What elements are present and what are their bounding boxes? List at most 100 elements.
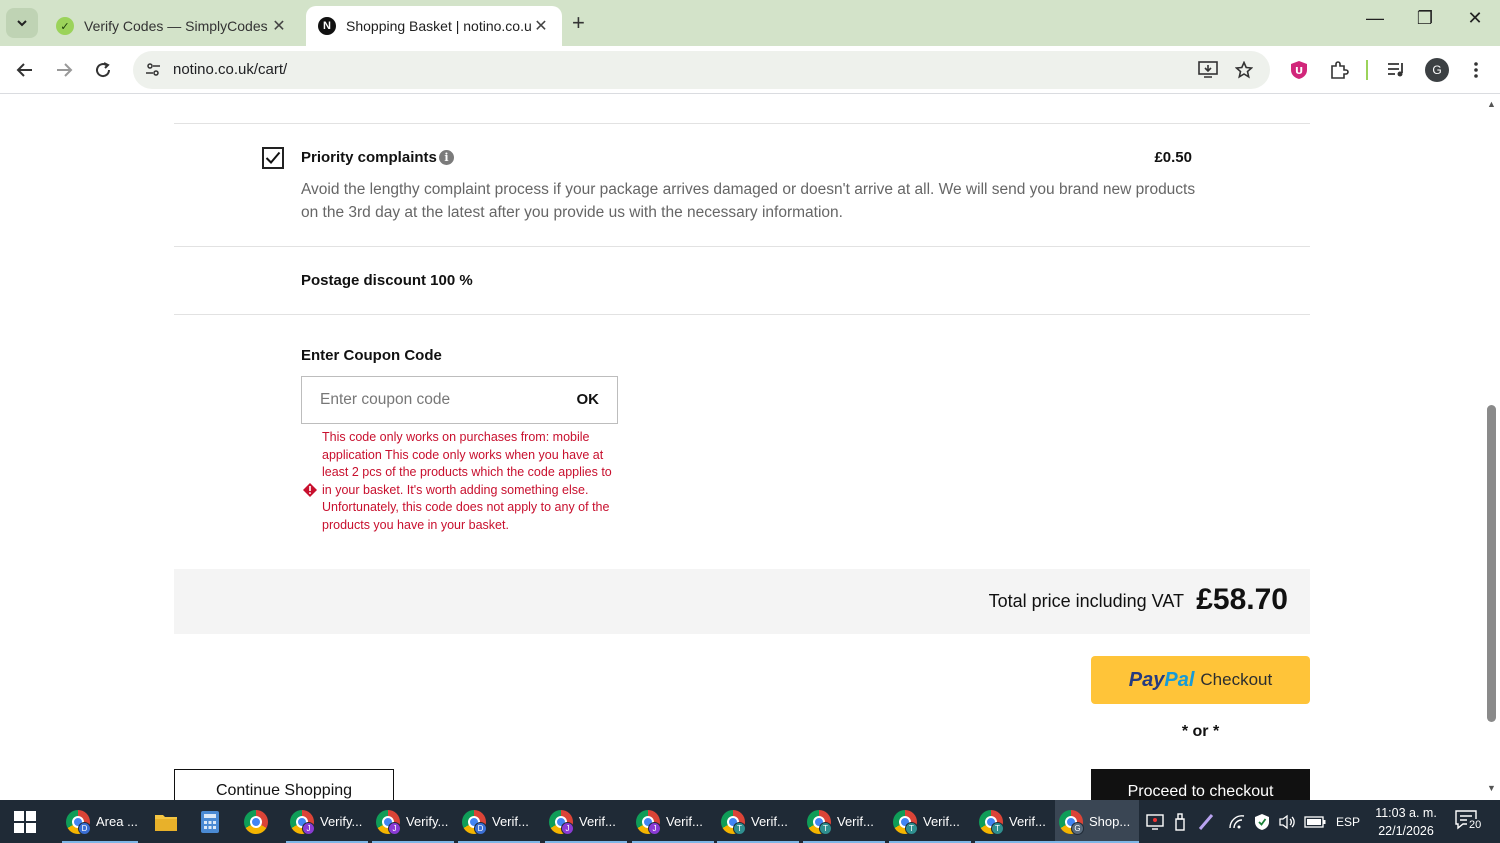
profile-badge: J [648, 821, 661, 835]
coupon-label: Enter Coupon Code [301, 347, 442, 364]
taskbar-app-1[interactable] [150, 800, 182, 843]
divider [174, 314, 1310, 315]
tab-strip: ✓ Verify Codes — SimplyCodes ✕ N Shoppin… [0, 0, 1500, 46]
chrome-profile-icon: T [807, 809, 832, 835]
bookmark-star-icon[interactable] [1233, 59, 1255, 81]
reload-button[interactable] [89, 56, 117, 84]
windows-start-icon[interactable] [14, 811, 36, 833]
pen-icon[interactable] [1198, 813, 1216, 831]
taskbar-app-label: Shop... [1089, 814, 1131, 829]
scroll-down-arrow-icon[interactable]: ▼ [1487, 783, 1496, 793]
clock-date: 22/1/2026 [1378, 824, 1434, 838]
chrome-icon [244, 809, 268, 834]
usb-icon[interactable] [1174, 812, 1186, 831]
security-shield-icon[interactable] [1254, 813, 1270, 831]
cart-page: Priority complaints i £0.50 Avoid the le… [0, 95, 1484, 800]
tab-title: Verify Codes — SimplyCodes [84, 18, 268, 34]
taskbar-app-12[interactable]: T Verif... [975, 800, 1057, 843]
info-icon[interactable]: i [439, 150, 454, 165]
chrome-profile-icon: T [721, 809, 746, 835]
taskbar-app-5[interactable]: J Verify... [372, 800, 454, 843]
windows-taskbar: D Area ... J Verify... J Verify... D Verif... J V… [0, 800, 1500, 843]
total-bar: Total price including VAT £58.70 [174, 569, 1310, 634]
tab-shopping-basket[interactable]: N Shopping Basket | notino.co.uk ✕ [306, 6, 562, 46]
tab-close-icon[interactable]: ✕ [270, 16, 288, 36]
tab-close-icon[interactable]: ✕ [532, 16, 550, 36]
svg-text:U: U [1295, 66, 1303, 77]
restore-button[interactable]: ❐ [1410, 8, 1440, 29]
chrome-profile-icon: D [66, 809, 91, 835]
total-label: Total price including VAT [988, 591, 1184, 611]
tab-search-button[interactable] [6, 8, 38, 38]
taskbar-app-label: Verif... [923, 814, 960, 829]
or-separator: * or * [1181, 723, 1220, 740]
url-text[interactable]: notino.co.uk/cart/ [173, 61, 287, 78]
taskbar-app-label: Verif... [492, 814, 529, 829]
postage-discount: Postage discount 100 % [301, 272, 473, 289]
scroll-thumb[interactable] [1487, 405, 1496, 722]
taskbar-app-7[interactable]: J Verif... [545, 800, 627, 843]
notifications-button[interactable]: 20 [1455, 810, 1485, 834]
forward-button[interactable] [50, 56, 78, 84]
file-explorer-icon [155, 814, 177, 831]
chrome-profile-icon: D [462, 809, 487, 835]
taskbar-app-3[interactable] [240, 800, 274, 843]
proceed-to-checkout-button[interactable]: Proceed to checkout [1091, 769, 1310, 800]
priority-complaints-checkbox[interactable] [262, 147, 284, 169]
taskbar-app-11[interactable]: T Verif... [889, 800, 971, 843]
volume-icon[interactable] [1278, 814, 1296, 830]
taskbar-app-4[interactable]: J Verify... [286, 800, 368, 843]
profile-badge: T [905, 821, 918, 835]
close-window-button[interactable]: ✕ [1460, 8, 1490, 29]
scroll-up-arrow-icon[interactable]: ▲ [1487, 99, 1496, 109]
remote-desktop-icon[interactable] [1146, 813, 1164, 830]
taskbar-app-label: Verif... [1009, 814, 1046, 829]
calculator-icon [201, 810, 219, 833]
minimize-button[interactable]: — [1360, 8, 1390, 29]
chevron-down-icon [17, 20, 27, 27]
taskbar-app-8[interactable]: J Verif... [632, 800, 714, 843]
extension-shield-icon[interactable]: U [1287, 58, 1311, 82]
browser-menu-icon[interactable] [1464, 58, 1488, 82]
wifi-icon[interactable] [1228, 814, 1246, 830]
error-icon [303, 483, 317, 497]
continue-shopping-button[interactable]: Continue Shopping [174, 769, 394, 800]
address-bar[interactable]: notino.co.uk/cart/ [133, 51, 1270, 89]
taskbar-app-13[interactable]: G Shop... [1055, 800, 1139, 843]
profile-badge: T [991, 821, 1004, 835]
taskbar-app-6[interactable]: D Verif... [458, 800, 540, 843]
coupon-input[interactable] [302, 377, 552, 423]
profile-badge: J [388, 821, 401, 835]
new-tab-button[interactable]: + [572, 10, 585, 36]
extensions-puzzle-icon[interactable] [1327, 58, 1351, 82]
chrome-profile-icon: J [636, 809, 661, 835]
taskbar-app-label: Verify... [406, 814, 449, 829]
back-button[interactable] [11, 56, 39, 84]
simplycodes-favicon-icon: ✓ [56, 17, 74, 35]
reload-icon [96, 62, 111, 78]
taskbar-app-label: Area ... [96, 814, 138, 829]
profile-avatar[interactable]: G [1425, 58, 1449, 82]
profile-badge: J [561, 821, 574, 835]
chrome-profile-icon: J [376, 809, 401, 835]
taskbar-app-10[interactable]: T Verif... [803, 800, 885, 843]
site-info-icon[interactable] [143, 60, 163, 80]
language-indicator[interactable]: ESP [1336, 815, 1360, 829]
media-controls-icon[interactable] [1385, 58, 1409, 82]
coupon-form: OK [301, 376, 618, 424]
paypal-checkout-label: Checkout [1200, 670, 1273, 689]
install-app-icon[interactable] [1197, 59, 1219, 81]
profile-badge: T [733, 821, 746, 835]
taskbar-app-2[interactable] [196, 800, 228, 843]
taskbar-app-0[interactable]: D Area ... [62, 800, 138, 843]
profile-badge: J [302, 821, 315, 835]
page-scrollbar[interactable]: ▲ ▼ [1484, 95, 1500, 800]
tab-verify-codes[interactable]: ✓ Verify Codes — SimplyCodes ✕ [44, 6, 300, 46]
divider [174, 123, 1310, 124]
divider [174, 246, 1310, 247]
taskbar-app-9[interactable]: T Verif... [717, 800, 799, 843]
clock[interactable]: 11:03 a. m. 22/1/2026 [1368, 804, 1444, 840]
paypal-checkout-button[interactable]: Pay Pal Checkout [1091, 656, 1310, 704]
battery-icon[interactable] [1304, 815, 1326, 829]
coupon-ok-button[interactable]: OK [577, 391, 600, 408]
